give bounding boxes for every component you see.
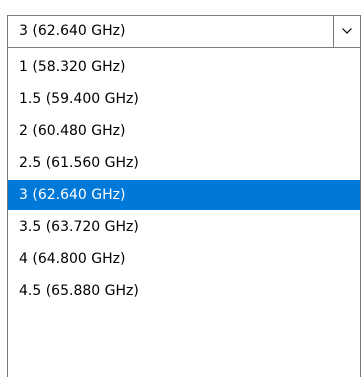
dropdown-option[interactable]: 3.5 (63.720 GHz) [8, 212, 360, 242]
dropdown-option[interactable]: 4.5 (65.880 GHz) [8, 276, 360, 306]
dropdown-option-selected[interactable]: 3 (62.640 GHz) [8, 180, 360, 210]
dropdown-option[interactable]: 2 (60.480 GHz) [8, 116, 360, 146]
dropdown-arrow-button[interactable] [333, 16, 360, 47]
dropdown-option[interactable]: 1.5 (59.400 GHz) [8, 84, 360, 114]
chevron-down-icon [342, 28, 352, 34]
dropdown-option[interactable]: 2.5 (61.560 GHz) [8, 148, 360, 178]
dropdown-option[interactable]: 1 (58.320 GHz) [8, 52, 360, 82]
selected-value: 3 (62.640 GHz) [19, 23, 126, 39]
dropdown-list: 1 (58.320 GHz) 1.5 (59.400 GHz) 2 (60.48… [7, 48, 361, 377]
dropdown-option[interactable]: 4 (64.800 GHz) [8, 244, 360, 274]
channel-select[interactable]: 3 (62.640 GHz) [7, 15, 361, 48]
